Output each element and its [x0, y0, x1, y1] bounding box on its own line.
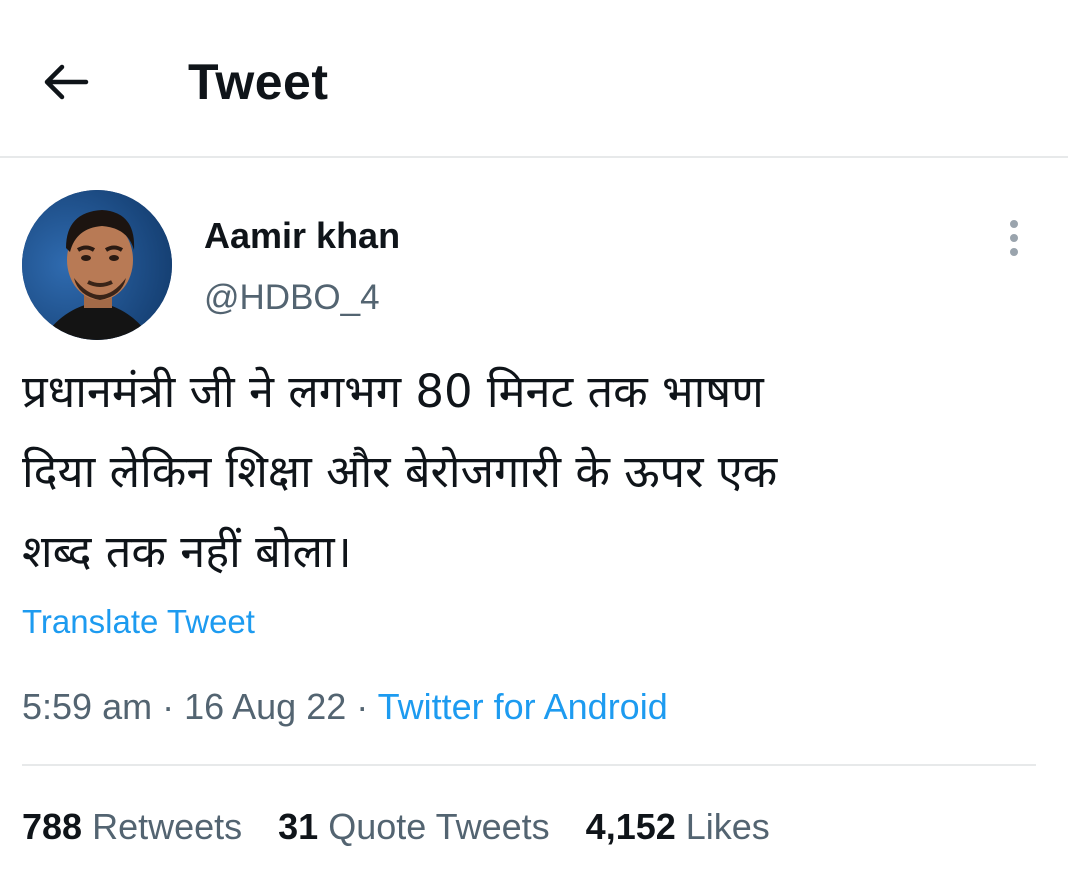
tweet-stats: 788 Retweets 31 Quote Tweets 4,152 Likes	[22, 804, 806, 850]
more-button[interactable]	[990, 210, 1038, 266]
arrow-left-icon	[44, 64, 89, 100]
likes-stat[interactable]: 4,152 Likes	[586, 804, 770, 850]
avatar-photo	[22, 190, 172, 340]
page-title: Tweet	[188, 54, 329, 110]
likes-label: Likes	[685, 806, 770, 847]
likes-count: 4,152	[585, 806, 676, 847]
translate-tweet-link[interactable]: Translate Tweet	[22, 600, 255, 644]
tweet-header: Tweet	[0, 0, 1068, 158]
quote-tweets-stat[interactable]: 31 Quote Tweets	[278, 804, 550, 850]
retweets-stat[interactable]: 788 Retweets	[22, 804, 242, 850]
divider	[22, 764, 1036, 766]
meta-separator: ·	[346, 686, 378, 727]
quote-tweets-label: Quote Tweets	[328, 806, 550, 847]
meta-separator: ·	[152, 686, 185, 727]
retweets-count: 788	[22, 806, 83, 847]
tweet-date: 16 Aug 22	[184, 686, 347, 727]
more-vertical-icon	[1010, 220, 1018, 256]
back-button[interactable]	[36, 52, 96, 112]
retweets-label: Retweets	[92, 806, 243, 847]
tweet-source-link[interactable]: Twitter for Android	[378, 686, 668, 727]
avatar[interactable]	[22, 190, 172, 340]
quote-tweets-count: 31	[278, 806, 319, 847]
author-name[interactable]: Aamir khan	[204, 214, 400, 258]
tweet-meta: 5:59 am · 16 Aug 22 · Twitter for Androi…	[22, 684, 668, 730]
tweet-time: 5:59 am	[22, 686, 153, 727]
tweet-text: प्रधानमंत्री जी ने लगभग 80 मिनट तक भाषण …	[22, 365, 778, 578]
author-handle[interactable]: @HDBO_4	[204, 276, 380, 320]
